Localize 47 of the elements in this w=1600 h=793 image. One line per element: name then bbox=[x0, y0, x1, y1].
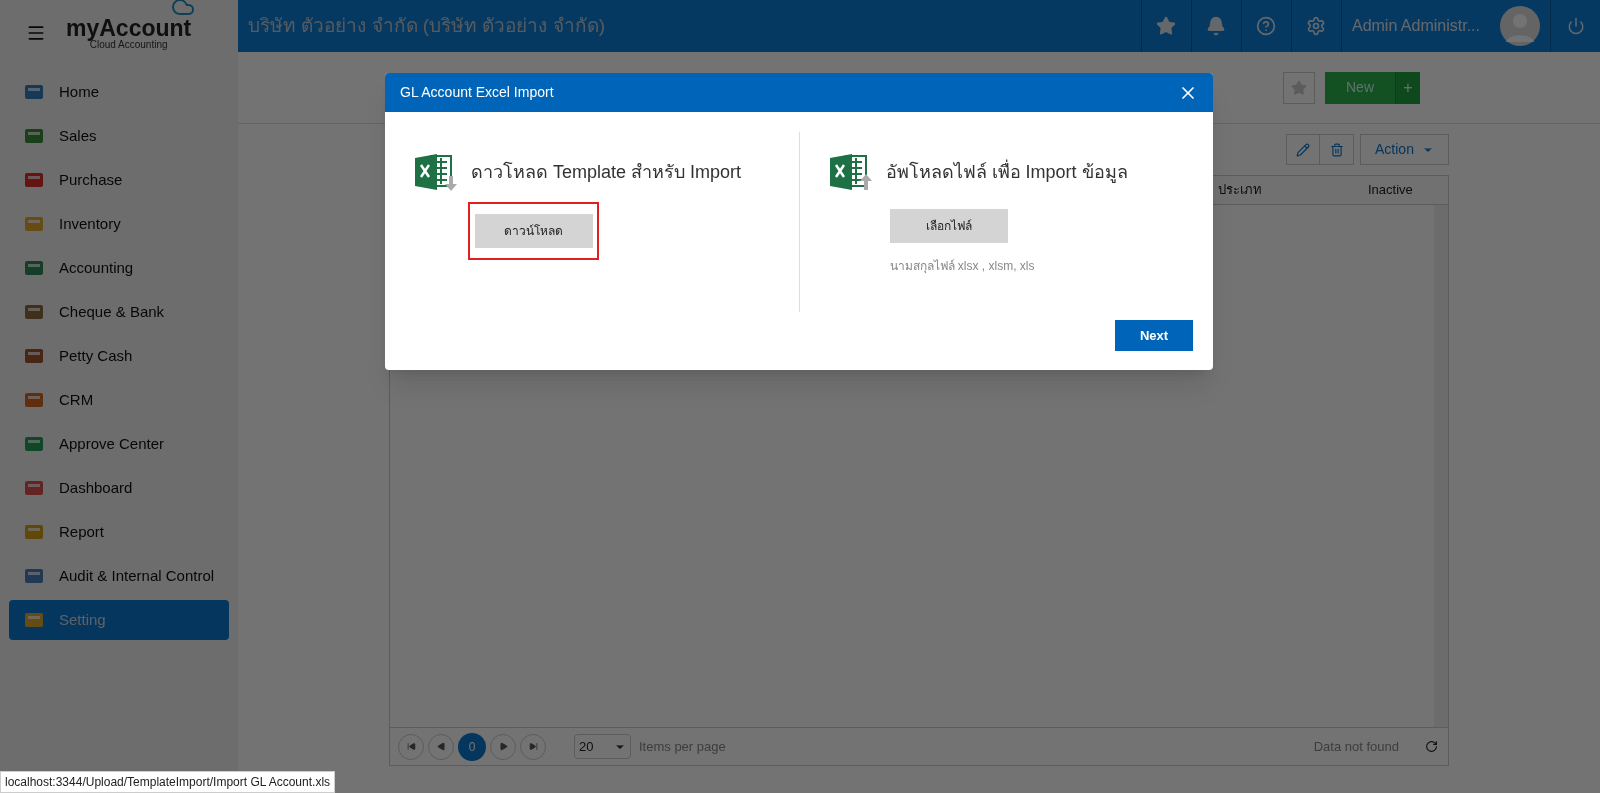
sidebar-item[interactable]: Approve Center bbox=[9, 424, 229, 464]
sidebar-item[interactable]: Petty Cash bbox=[9, 336, 229, 376]
sidebar-item[interactable]: Report bbox=[9, 512, 229, 552]
favorite-button[interactable] bbox=[1283, 71, 1315, 104]
sidebar-item[interactable]: Audit & Internal Control bbox=[9, 556, 229, 596]
sidebar-item[interactable]: Dashboard bbox=[9, 468, 229, 508]
first-page-icon bbox=[406, 742, 416, 751]
download-heading: ดาวโหลด Template สำหรับ Import bbox=[471, 160, 742, 184]
column-header[interactable]: ประเภท bbox=[1218, 180, 1368, 200]
sidebar-item[interactable]: Purchase bbox=[9, 160, 229, 200]
help-icon[interactable] bbox=[1256, 16, 1277, 36]
settings-icon[interactable] bbox=[1306, 16, 1327, 36]
edit-button[interactable] bbox=[1286, 134, 1320, 165]
choose-file-button[interactable]: เลือกไฟล์ bbox=[889, 209, 1008, 243]
action-button[interactable]: Action bbox=[1360, 134, 1449, 165]
file-type-hint: นามสกุลไฟล์ xlsx , xlsm, xls bbox=[889, 258, 1036, 275]
last-page-icon bbox=[528, 742, 538, 751]
sidebar-item[interactable]: Accounting bbox=[9, 248, 229, 288]
previous-icon bbox=[436, 742, 446, 751]
avatar[interactable] bbox=[1500, 6, 1540, 46]
sidebar-item[interactable]: Sales bbox=[9, 116, 229, 156]
trash-icon bbox=[1329, 142, 1344, 157]
current-page[interactable]: 0 bbox=[458, 732, 486, 761]
sidebar-item[interactable]: CRM bbox=[9, 380, 229, 420]
star-icon bbox=[1291, 79, 1307, 96]
delete-button[interactable] bbox=[1320, 134, 1354, 165]
status-url: localhost:3344/Upload/TemplateImport/Import GL Account.xls bbox=[0, 771, 336, 793]
dialog-title: GL Account Excel Import bbox=[400, 83, 554, 102]
sidebar-item[interactable]: Inventory bbox=[9, 204, 229, 244]
user-name[interactable]: Admin Administr... bbox=[1351, 14, 1480, 38]
page-size-select[interactable]: 20 bbox=[574, 734, 631, 759]
download-button[interactable]: ดาวน์โหลด bbox=[474, 214, 593, 248]
company-name: บริษัท ตัวอย่าง จำกัด (บริษัท ตัวอย่าง จำกัด) bbox=[247, 13, 607, 38]
sidebar-item[interactable]: Setting bbox=[9, 600, 229, 640]
sidebar-item[interactable]: Cheque & Bank bbox=[9, 292, 229, 332]
power-icon[interactable] bbox=[1566, 17, 1585, 35]
bell-icon[interactable] bbox=[1206, 16, 1227, 36]
next-button[interactable]: Next bbox=[1115, 320, 1193, 351]
upload-heading: อัพโหลดไฟล์ เพื่อ Import ข้อมูล bbox=[885, 158, 1128, 185]
star-icon[interactable] bbox=[1156, 16, 1177, 36]
column-header[interactable]: Inactive bbox=[1368, 180, 1448, 200]
sidebar-item[interactable]: Home bbox=[9, 72, 229, 112]
add-button[interactable]: + bbox=[1395, 71, 1420, 104]
refresh-icon[interactable] bbox=[1425, 740, 1438, 753]
logo-text: myAccount bbox=[66, 16, 192, 40]
next-icon bbox=[498, 742, 508, 751]
pencil-icon bbox=[1296, 142, 1310, 157]
